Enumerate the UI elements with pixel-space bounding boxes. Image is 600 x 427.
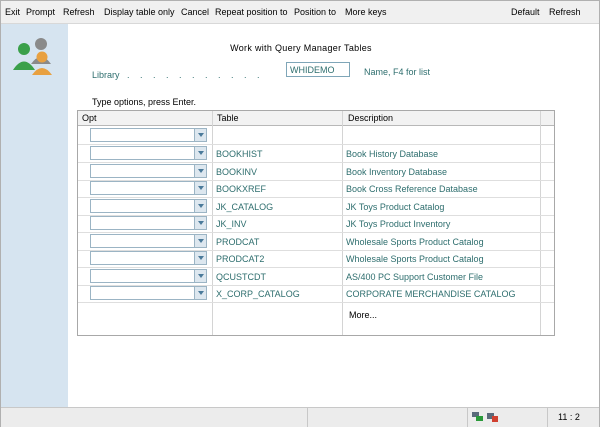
table-name: PRODCAT — [216, 237, 260, 247]
table-name: JK_CATALOG — [216, 202, 274, 212]
table-row: PRODCAT2 Wholesale Sports Product Catalo… — [78, 250, 554, 268]
chevron-down-icon[interactable] — [194, 235, 206, 247]
column-header-description: Description — [348, 113, 394, 123]
chevron-down-icon[interactable] — [194, 165, 206, 177]
tables-list: Opt Table Description BOOKHIST Book Hist… — [77, 110, 555, 336]
table-row: QCUSTCDT AS/400 PC Support Customer File — [78, 268, 554, 286]
display-table-only-button[interactable]: Display table only — [104, 7, 175, 17]
table-name: JK_INV — [216, 219, 247, 229]
refresh-button[interactable]: Refresh — [63, 7, 95, 17]
library-hint: Name, F4 for list — [364, 67, 431, 77]
library-label: Library — [92, 70, 120, 80]
option-select[interactable] — [90, 269, 207, 283]
column-header-table: Table — [217, 113, 239, 123]
option-select[interactable] — [90, 164, 207, 178]
more-indicator: More... — [349, 310, 378, 320]
refresh-right-button[interactable]: Refresh — [549, 7, 581, 17]
table-description: Book Inventory Database — [346, 167, 448, 177]
default-button[interactable]: Default — [511, 7, 540, 17]
table-name: BOOKINV — [216, 167, 258, 177]
exit-button[interactable]: Exit — [5, 7, 20, 17]
library-input[interactable]: WHIDEMO — [286, 62, 350, 77]
option-select[interactable] — [90, 128, 207, 142]
table-row: BOOKHIST Book History Database — [78, 145, 554, 163]
chevron-down-icon[interactable] — [194, 182, 206, 194]
table-row: BOOKINV Book Inventory Database — [78, 163, 554, 181]
status-divider — [547, 408, 548, 427]
network-icon — [472, 412, 483, 421]
chevron-down-icon[interactable] — [194, 129, 206, 141]
table-description: Wholesale Sports Product Catalog — [346, 254, 484, 264]
status-divider — [467, 408, 468, 427]
table-row-blank — [78, 127, 554, 145]
table-name: X_CORP_CATALOG — [216, 289, 300, 299]
status-divider — [307, 408, 308, 427]
more-keys-button[interactable]: More keys — [345, 7, 387, 17]
table-row: PRODCAT Wholesale Sports Product Catalog — [78, 233, 554, 251]
table-name: QCUSTCDT — [216, 272, 266, 282]
table-description: JK Toys Product Catalog — [346, 202, 445, 212]
option-select[interactable] — [90, 216, 207, 230]
table-description: Book History Database — [346, 149, 439, 159]
page-title: Work with Query Manager Tables — [230, 43, 372, 53]
chevron-down-icon[interactable] — [194, 147, 206, 159]
left-panel — [1, 24, 68, 407]
function-key-bar: Exit Prompt Refresh Display table only C… — [1, 1, 599, 24]
position-to-button[interactable]: Position to — [294, 7, 336, 17]
chevron-down-icon[interactable] — [194, 252, 206, 264]
prompt-button[interactable]: Prompt — [26, 7, 55, 17]
instructions-text: Type options, press Enter. — [92, 97, 197, 107]
chevron-down-icon[interactable] — [194, 217, 206, 229]
status-bar: 11 : 2 — [1, 407, 599, 427]
option-select[interactable] — [90, 181, 207, 195]
table-row: BOOKXREF Book Cross Reference Database — [78, 180, 554, 198]
table-row: JK_CATALOG JK Toys Product Catalog — [78, 198, 554, 216]
cursor-position: 11 : 2 — [558, 412, 580, 422]
table-header: Opt Table Description — [78, 111, 554, 126]
table-name: PRODCAT2 — [216, 254, 265, 264]
option-select[interactable] — [90, 251, 207, 265]
table-name: BOOKXREF — [216, 184, 267, 194]
chevron-down-icon[interactable] — [194, 200, 206, 212]
chevron-down-icon[interactable] — [194, 270, 206, 282]
users-group-icon — [13, 38, 52, 75]
table-description: AS/400 PC Support Customer File — [346, 272, 484, 282]
table-description: Wholesale Sports Product Catalog — [346, 237, 484, 247]
table-name: BOOKHIST — [216, 149, 263, 159]
option-select[interactable] — [90, 286, 207, 300]
column-header-opt: Opt — [82, 113, 97, 123]
library-leader-dots: . . . . . . . . . . . — [127, 70, 264, 80]
option-select[interactable] — [90, 199, 207, 213]
table-description: Book Cross Reference Database — [346, 184, 478, 194]
table-row: JK_INV JK Toys Product Inventory — [78, 215, 554, 233]
repeat-position-to-button[interactable]: Repeat position to — [215, 7, 288, 17]
option-select[interactable] — [90, 146, 207, 160]
app-window: Exit Prompt Refresh Display table only C… — [0, 0, 600, 427]
table-row: X_CORP_CATALOG CORPORATE MERCHANDISE CAT… — [78, 285, 554, 303]
cancel-button[interactable]: Cancel — [181, 7, 209, 17]
chevron-down-icon[interactable] — [194, 287, 206, 299]
option-select[interactable] — [90, 234, 207, 248]
keyboard-lock-icon — [487, 413, 498, 422]
table-description: CORPORATE MERCHANDISE CATALOG — [346, 289, 516, 299]
table-description: JK Toys Product Inventory — [346, 219, 451, 229]
